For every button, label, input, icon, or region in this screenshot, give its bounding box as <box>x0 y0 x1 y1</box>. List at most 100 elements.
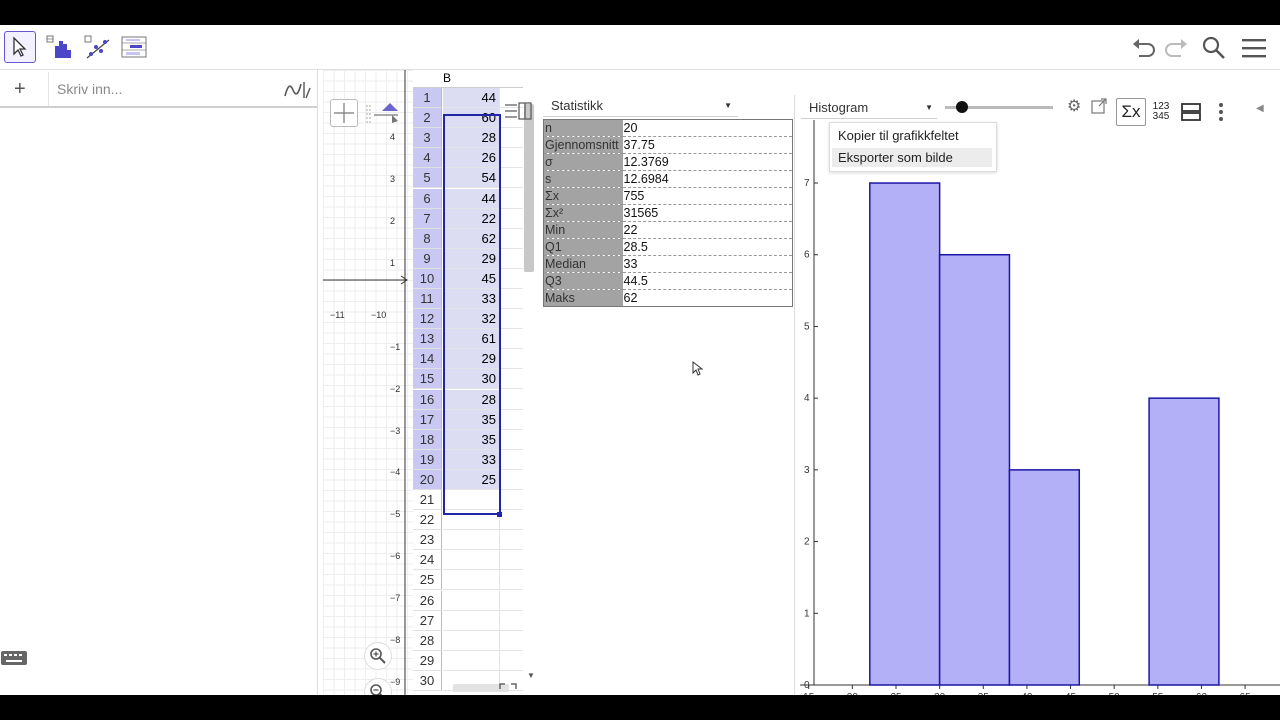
cell[interactable] <box>500 470 523 490</box>
cell[interactable]: 33 <box>443 289 500 309</box>
cell[interactable] <box>443 530 500 551</box>
row-number[interactable]: 5 <box>413 168 442 189</box>
row-number[interactable]: 28 <box>413 630 442 651</box>
row-number[interactable]: 9 <box>413 248 442 269</box>
undo-button[interactable] <box>1130 35 1158 61</box>
cell[interactable] <box>500 490 523 510</box>
cell[interactable]: 61 <box>443 329 500 350</box>
redo-button[interactable] <box>1162 35 1190 61</box>
cell[interactable] <box>500 209 523 229</box>
cell[interactable] <box>500 269 523 289</box>
axes-toggle-button[interactable] <box>330 99 358 127</box>
cell[interactable] <box>443 630 500 651</box>
cell[interactable] <box>500 148 523 169</box>
cell[interactable] <box>443 590 500 611</box>
selection-drag-handle[interactable] <box>497 512 502 517</box>
cell[interactable] <box>443 510 500 531</box>
row-number[interactable]: 17 <box>413 409 442 430</box>
cell[interactable]: 32 <box>443 309 500 330</box>
cell[interactable] <box>500 329 523 350</box>
row-number[interactable]: 12 <box>413 309 442 330</box>
cell[interactable] <box>500 430 523 450</box>
cell[interactable] <box>500 410 523 430</box>
cell[interactable] <box>500 189 523 209</box>
cell[interactable] <box>500 530 523 551</box>
cell[interactable] <box>443 550 500 571</box>
row-number[interactable]: 2 <box>413 108 442 129</box>
row-number[interactable]: 23 <box>413 530 442 551</box>
cell[interactable]: 44 <box>443 88 500 108</box>
cell[interactable]: 29 <box>443 349 500 370</box>
bin-width-slider-thumb[interactable] <box>956 101 968 113</box>
row-number[interactable]: 18 <box>413 429 442 450</box>
cell[interactable] <box>500 631 523 651</box>
cell[interactable] <box>443 610 500 631</box>
menu-item-copy-to-graphics[interactable]: Kopier til grafikkfeltet <box>832 126 992 145</box>
cell[interactable]: 35 <box>443 409 500 430</box>
cell[interactable] <box>500 128 523 149</box>
cell[interactable] <box>500 651 523 671</box>
cell[interactable]: 62 <box>443 228 500 249</box>
cell[interactable] <box>443 650 500 671</box>
search-button[interactable] <box>1200 35 1228 61</box>
add-input-button[interactable]: + <box>14 78 26 101</box>
cell[interactable]: 44 <box>443 188 500 209</box>
row-number[interactable]: 7 <box>413 208 442 229</box>
column-header-b[interactable]: B <box>443 71 451 85</box>
row-number[interactable]: 3 <box>413 128 442 149</box>
chart-type-dropdown[interactable]: Histogram ▼ <box>801 97 937 119</box>
cell[interactable]: 29 <box>443 248 500 269</box>
cell[interactable]: 28 <box>443 128 500 149</box>
row-number[interactable]: 6 <box>413 188 442 209</box>
cell[interactable] <box>500 611 523 631</box>
collapse-panel-icon[interactable]: ◀ <box>1256 103 1264 114</box>
cell[interactable]: 60 <box>443 108 500 129</box>
cell[interactable] <box>443 490 500 510</box>
row-number[interactable]: 8 <box>413 228 442 249</box>
row-number[interactable]: 30 <box>413 670 442 691</box>
cell[interactable] <box>500 591 523 611</box>
algebra-style-button[interactable] <box>282 78 314 102</box>
cell[interactable] <box>500 309 523 330</box>
algebra-input[interactable]: Skriv inn... <box>48 72 278 106</box>
export-button[interactable] <box>1090 97 1110 117</box>
cell[interactable] <box>500 369 523 390</box>
row-number[interactable]: 20 <box>413 469 442 490</box>
row-number[interactable]: 16 <box>413 389 442 410</box>
row-number[interactable]: 13 <box>413 329 442 350</box>
keyboard-toggle-button[interactable] <box>0 650 28 671</box>
spreadsheet-style-button[interactable] <box>503 99 533 125</box>
row-number[interactable]: 25 <box>413 570 442 591</box>
menu-item-export-image[interactable]: Eksporter som bilde <box>832 148 992 167</box>
spreadsheet-vertical-scrollbar[interactable] <box>524 104 534 272</box>
row-number[interactable]: 14 <box>413 349 442 370</box>
row-number[interactable]: 21 <box>413 490 442 510</box>
cell[interactable] <box>500 349 523 370</box>
cell[interactable] <box>500 249 523 269</box>
cell[interactable]: 33 <box>443 449 500 470</box>
row-number[interactable]: 27 <box>413 610 442 631</box>
cell[interactable] <box>500 570 523 591</box>
cell[interactable]: 25 <box>443 469 500 490</box>
cell[interactable]: 26 <box>443 148 500 169</box>
cell[interactable] <box>500 450 523 470</box>
cell[interactable] <box>500 550 523 571</box>
row-number[interactable]: 26 <box>413 590 442 611</box>
gear-icon[interactable]: ⚙ <box>1067 98 1085 116</box>
main-menu-button[interactable] <box>1240 35 1268 61</box>
cell[interactable] <box>443 570 500 591</box>
one-variable-analysis-button[interactable] <box>43 31 75 63</box>
cell[interactable]: 22 <box>443 208 500 229</box>
cell[interactable]: 45 <box>443 268 500 289</box>
multiple-variable-analysis-button[interactable] <box>118 31 150 63</box>
statistics-dropdown[interactable]: Statistikk ▼ <box>543 95 738 117</box>
row-number[interactable]: 29 <box>413 650 442 671</box>
row-number[interactable]: 10 <box>413 268 442 289</box>
two-variable-regression-button[interactable] <box>81 31 113 63</box>
row-number[interactable]: 22 <box>413 510 442 531</box>
cell[interactable] <box>500 390 523 410</box>
cell[interactable] <box>500 229 523 249</box>
cell[interactable] <box>500 510 523 531</box>
cell[interactable]: 35 <box>443 429 500 450</box>
cell[interactable] <box>500 168 523 189</box>
